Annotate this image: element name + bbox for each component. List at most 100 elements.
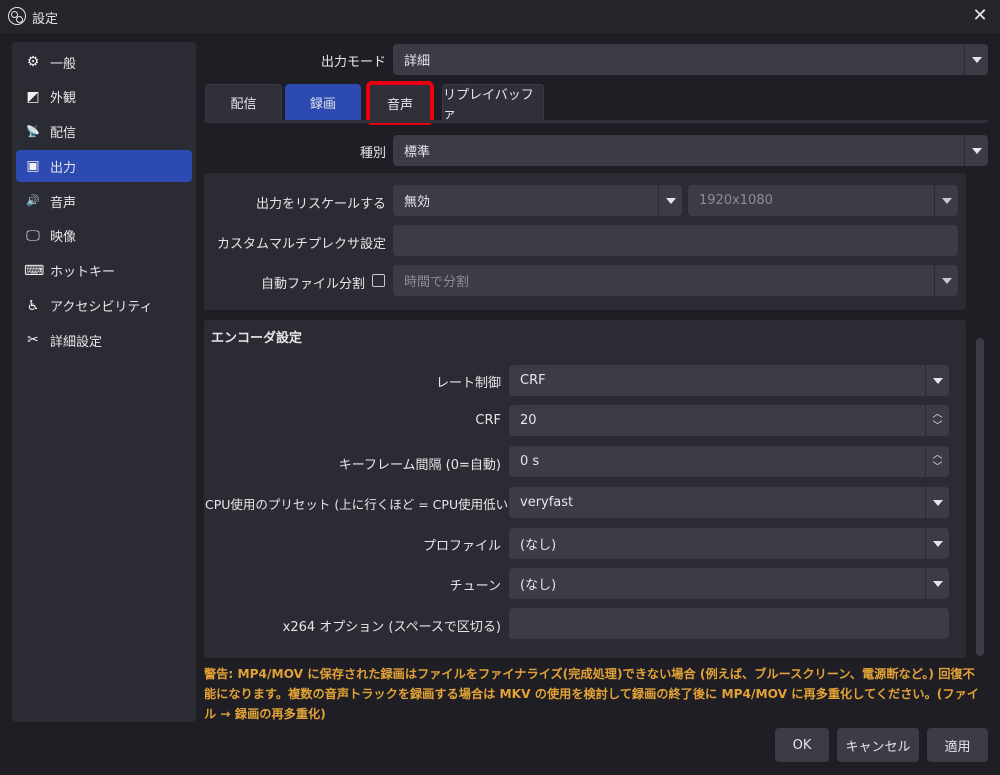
title-bar: 設定 ✕ (0, 0, 1000, 33)
tab-divider (204, 120, 988, 123)
sidebar-item-label: アクセシビリティ (50, 300, 153, 316)
sidebar-item-general[interactable]: ⚙ 一般 (16, 46, 192, 78)
sidebar-item-advanced[interactable]: ✂ 詳細設定 (16, 324, 192, 356)
obs-logo-icon (8, 7, 26, 25)
keyboard-icon: ⌨ (24, 262, 45, 279)
tune-value: (なし) (520, 578, 557, 593)
apply-button[interactable]: 適用 (927, 728, 988, 762)
speaker-icon: 🔊 (26, 194, 40, 208)
accessibility-icon: ♿ (26, 297, 40, 314)
x264-options-input[interactable] (509, 608, 949, 639)
mux-input[interactable] (393, 225, 958, 256)
sidebar-item-label: 一般 (50, 56, 77, 72)
preset-value: veryfast (520, 495, 574, 510)
type-value: 標準 (404, 145, 431, 160)
monitor-icon: 🖵 (26, 227, 40, 244)
rescale-value: 無効 (404, 195, 431, 210)
sidebar-item-audio[interactable]: 🔊 音声 (16, 185, 192, 217)
sidebar-item-label: 映像 (50, 230, 77, 246)
sidebar-item-output[interactable]: ▣ 出力 (16, 150, 192, 183)
output-icon: ▣ (26, 158, 40, 175)
scrollbar-thumb[interactable] (976, 338, 984, 656)
keyframe-spinbox[interactable]: 0 s ︿ ﹀ (509, 446, 949, 477)
chevron-down-icon (925, 365, 949, 396)
settings-sidebar: ⚙ 一般 ◩ 外観 📡 配信 ▣ 出力 🔊 音声 🖵 映像 ⌨ ホットキー ♿ … (12, 42, 196, 722)
split-label: 自動ファイル分割 (260, 277, 365, 292)
rescale-select[interactable]: 無効 (393, 185, 682, 216)
warning-text: 警告: MP4/MOV に保存された録画はファイルをファイナライズ(完成処理)で… (204, 667, 979, 721)
sidebar-item-label: 外観 (50, 91, 77, 107)
window-title: 設定 (32, 12, 59, 27)
spin-arrows: ︿ ﹀ (925, 446, 949, 477)
keyframe-label: キーフレーム間隔 (0=自動) (338, 458, 501, 473)
chevron-down-icon[interactable]: ﹀ (933, 421, 943, 433)
chevron-down-icon (925, 568, 949, 599)
rescale-resolution-select[interactable]: 1920x1080 (688, 185, 958, 216)
mux-label: カスタムマルチプレクサ設定 (216, 237, 386, 252)
tab-label: リプレイバッファ (443, 87, 534, 122)
vertical-scrollbar[interactable] (974, 173, 986, 658)
appearance-icon: ◩ (26, 88, 40, 105)
split-value: 時間で分割 (404, 275, 470, 290)
chevron-down-icon[interactable]: ﹀ (933, 462, 943, 474)
sidebar-item-label: ホットキー (50, 265, 116, 281)
sidebar-item-accessibility[interactable]: ♿ アクセシビリティ (16, 290, 192, 322)
sidebar-item-label: 配信 (50, 126, 77, 142)
sidebar-item-stream[interactable]: 📡 配信 (16, 116, 192, 148)
keyframe-value: 0 s (520, 454, 540, 469)
chevron-up-icon[interactable]: ︿ (933, 450, 943, 462)
chevron-down-icon (934, 265, 958, 296)
sidebar-item-label: 出力 (50, 160, 77, 176)
sidebar-item-label: 音声 (50, 195, 77, 211)
gear-icon: ⚙ (26, 54, 40, 70)
split-select[interactable]: 時間で分割 (393, 265, 958, 296)
tools-icon: ✂ (27, 332, 39, 349)
preset-label: CPU使用のプリセット (上に行くほど = CPU使用低い) (205, 497, 513, 512)
tune-label: チューン (449, 579, 501, 594)
tab-stream[interactable]: 配信 (205, 84, 282, 120)
ok-button[interactable]: OK (775, 728, 829, 762)
broadcast-icon: 📡 (26, 124, 40, 138)
tab-audio[interactable]: 音声 (366, 81, 434, 125)
tab-replay-buffer[interactable]: リプレイバッファ (442, 84, 544, 122)
chevron-down-icon (658, 185, 682, 216)
tab-recording[interactable]: 録画 (285, 84, 361, 120)
chevron-down-icon (925, 487, 949, 518)
chevron-down-icon (925, 528, 949, 559)
profile-label: プロファイル (422, 539, 501, 554)
split-checkbox[interactable] (372, 274, 385, 287)
close-icon[interactable]: ✕ (970, 6, 990, 26)
tab-label: 音声 (386, 97, 413, 113)
encoder-heading: エンコーダ設定 (211, 331, 303, 346)
rate-control-label: レート制御 (435, 376, 501, 391)
sidebar-item-hotkeys[interactable]: ⌨ ホットキー (16, 255, 192, 287)
type-label: 種別 (359, 146, 386, 161)
output-mode-select[interactable]: 詳細 (393, 44, 988, 75)
crf-label: CRF (475, 413, 501, 428)
tune-select[interactable]: (なし) (509, 568, 949, 599)
crf-spinbox[interactable]: 20 ︿ ﹀ (509, 405, 949, 436)
sidebar-item-label: 詳細設定 (50, 334, 103, 350)
cancel-button[interactable]: キャンセル (837, 728, 919, 762)
rate-control-select[interactable]: CRF (509, 365, 949, 396)
type-select[interactable]: 標準 (393, 135, 988, 166)
sidebar-item-video[interactable]: 🖵 映像 (16, 220, 192, 252)
profile-select[interactable]: (なし) (509, 528, 949, 559)
x264-options-label: x264 オプション (スペースで区切る) (282, 620, 501, 635)
crf-value: 20 (520, 413, 537, 428)
resolution-value: 1920x1080 (699, 193, 773, 208)
chevron-up-icon[interactable]: ︿ (933, 409, 943, 421)
preset-select[interactable]: veryfast (509, 487, 949, 518)
output-mode-value: 詳細 (404, 54, 431, 69)
sidebar-item-appearance[interactable]: ◩ 外観 (16, 81, 192, 113)
tab-label: 録画 (309, 97, 336, 112)
tab-label: 配信 (230, 97, 257, 112)
spin-arrows: ︿ ﹀ (925, 405, 949, 436)
chevron-down-icon (964, 135, 988, 166)
rate-control-value: CRF (520, 373, 546, 388)
profile-value: (なし) (520, 538, 557, 553)
output-mode-label: 出力モード (320, 55, 386, 70)
chevron-down-icon (964, 44, 988, 75)
rescale-label: 出力をリスケールする (255, 197, 386, 212)
chevron-down-icon (934, 185, 958, 216)
